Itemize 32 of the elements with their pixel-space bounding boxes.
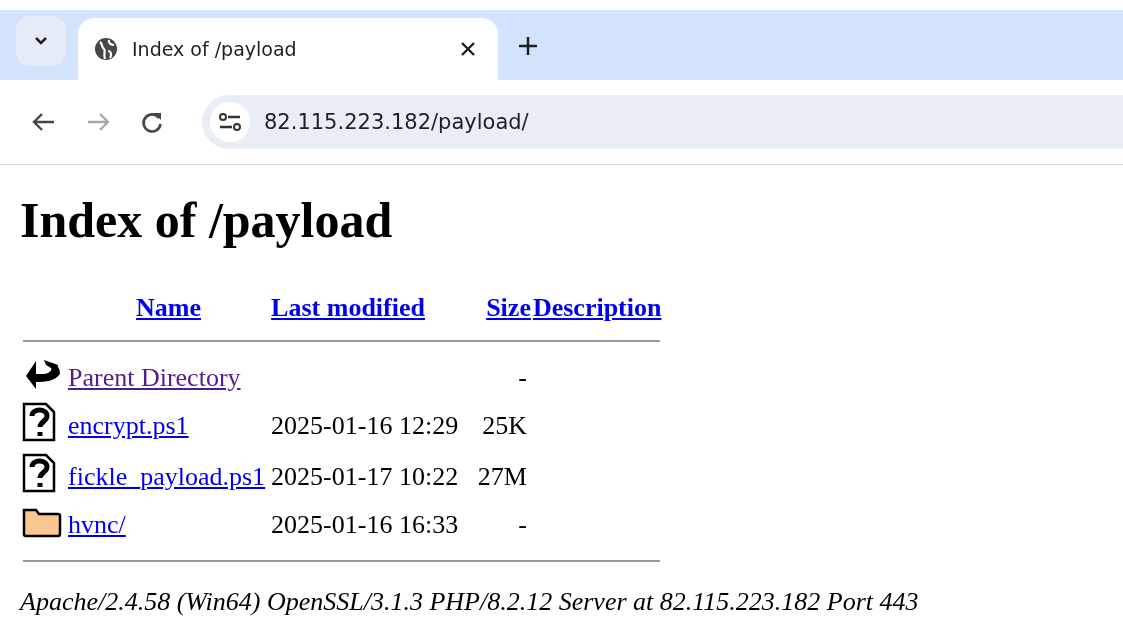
- unknown-file-icon: [22, 402, 56, 442]
- file-size: 25K: [482, 410, 527, 440]
- column-sort-link[interactable]: Size: [486, 293, 531, 322]
- globe-icon: [94, 37, 118, 61]
- file-link[interactable]: fickle_payload.ps1: [68, 461, 266, 491]
- reload-icon: [140, 110, 164, 134]
- column-sort-link[interactable]: Description: [532, 293, 662, 322]
- modified-date: 2025-01-16 12:29: [271, 410, 459, 440]
- unknown-file-icon: [22, 453, 56, 493]
- column-sort-link[interactable]: Last modified: [271, 293, 425, 322]
- url-text: 82.115.223.182/payload/: [264, 110, 529, 134]
- tune-icon: [218, 112, 242, 132]
- file-size: 27M: [477, 461, 527, 491]
- column-sort-link[interactable]: Name: [136, 293, 202, 322]
- site-info-button[interactable]: [210, 102, 250, 142]
- page-heading: Index of /payload: [20, 191, 393, 249]
- modified-date: 2025-01-17 10:22: [271, 461, 459, 491]
- file-link[interactable]: encrypt.ps1: [68, 410, 189, 440]
- close-icon: [460, 41, 476, 57]
- arrow-right-icon: [86, 112, 110, 132]
- tab-title: Index of /payload: [132, 38, 298, 60]
- file-link[interactable]: Parent Directory: [68, 362, 241, 392]
- file-size: -: [518, 362, 527, 392]
- file-link[interactable]: hvnc/: [68, 509, 126, 539]
- server-signature: Apache/2.4.58 (Win64) OpenSSL/3.1.3 PHP/8.2.12 Server at 82.115.223.182 Port 443: [20, 587, 920, 617]
- arrow-left-icon: [32, 112, 56, 132]
- chevron-down-icon: [34, 36, 48, 46]
- modified-date: 2025-01-16 16:33: [271, 509, 459, 539]
- plus-icon: [518, 36, 538, 56]
- file-size: -: [518, 509, 527, 539]
- address-bar[interactable]: 82.115.223.182/payload/: [202, 95, 1123, 149]
- browser-tab[interactable]: Index of /payload: [78, 18, 498, 80]
